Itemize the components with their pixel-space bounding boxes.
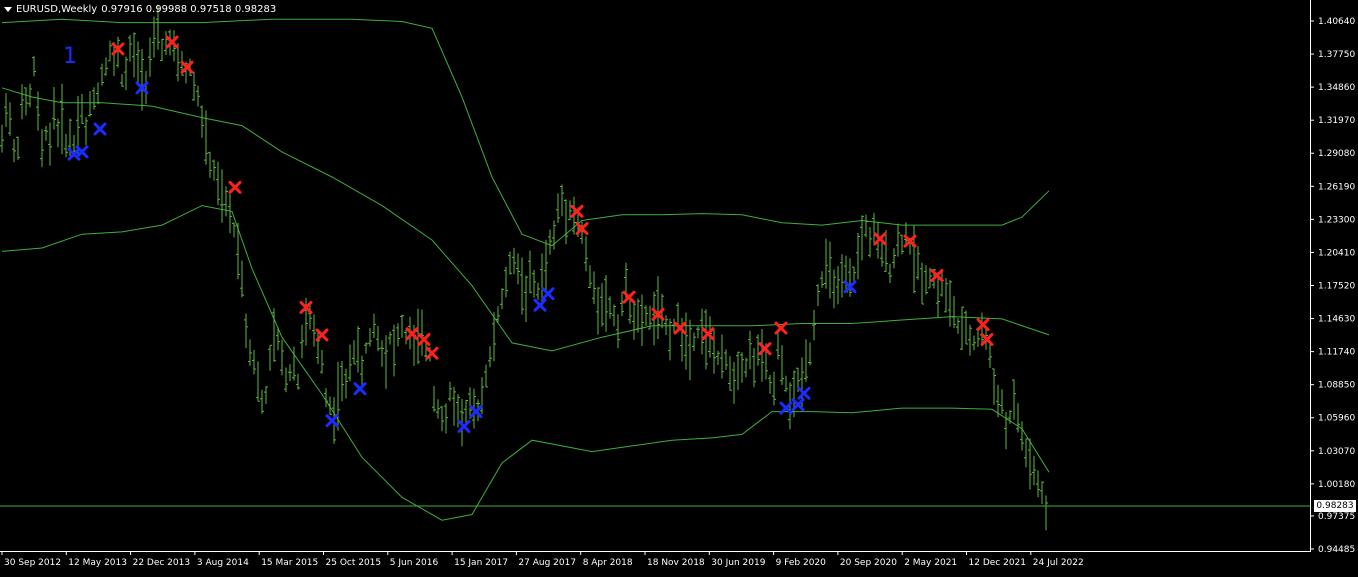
buy-marker-icon <box>541 287 555 301</box>
buy-marker-icon <box>325 414 339 428</box>
y-tick-label: 0.94485 <box>1318 545 1355 555</box>
wave-label: 1 <box>63 44 77 69</box>
x-tick-label: 27 Aug 2017 <box>518 558 576 568</box>
x-tick-label: 5 Jun 2016 <box>390 558 439 568</box>
y-tick-label: 1.23300 <box>1318 215 1355 225</box>
price-bars <box>0 4 1048 531</box>
x-tick-label: 22 Dec 2013 <box>133 558 191 568</box>
y-tick-label: 1.17520 <box>1318 281 1355 291</box>
y-tick-label: 1.37750 <box>1318 50 1355 60</box>
x-tick-label: 30 Sep 2012 <box>4 558 61 568</box>
sell-marker-icon <box>165 35 179 49</box>
y-tick-label: 1.00180 <box>1318 480 1355 490</box>
sell-marker-icon <box>425 346 439 360</box>
y-tick-label: 1.40640 <box>1318 17 1355 27</box>
y-tick-label: 1.20410 <box>1318 248 1355 258</box>
upper-band-line <box>1 18 1050 247</box>
x-tick-label: 18 Nov 2018 <box>647 558 705 568</box>
sell-marker-icon <box>976 318 990 332</box>
axes: 1.40640 1.37750 1.34860 1.31970 1.29080 1.261… <box>0 0 1355 568</box>
x-tick-label: 20 Sep 2020 <box>840 558 897 568</box>
y-tick-label: 1.26190 <box>1318 182 1355 192</box>
buy-marker-icon <box>93 122 107 136</box>
x-tick-label: 15 Jan 2017 <box>454 558 508 568</box>
price-chart[interactable]: 1.40640 1.37750 1.34860 1.31970 1.29080 1.261… <box>0 0 1358 573</box>
buy-marker-icon <box>533 298 547 312</box>
chart-header[interactable]: EURUSD,Weekly 0.97916 0.99988 0.97518 0.… <box>4 4 276 15</box>
y-tick-label: 1.34860 <box>1318 83 1355 93</box>
y-tick-label: 1.11740 <box>1318 348 1355 358</box>
x-tick-label: 3 Aug 2014 <box>197 558 249 568</box>
sell-marker-icon <box>417 332 431 346</box>
buy-marker-icon <box>353 382 367 396</box>
x-tick-label: 15 Mar 2015 <box>261 558 318 568</box>
x-tick-label: 24 Jul 2022 <box>1033 558 1084 568</box>
x-tick-label: 12 Dec 2021 <box>969 558 1027 568</box>
x-tick-label: 25 Oct 2015 <box>326 558 382 568</box>
ohlc-label: 0.97916 0.99988 0.97518 0.98283 <box>101 4 277 15</box>
y-tick-label: 0.97375 <box>1318 512 1355 522</box>
sell-marker-icon <box>228 180 242 194</box>
y-tick-label: 1.05960 <box>1318 414 1355 424</box>
chevron-down-icon[interactable] <box>4 7 12 12</box>
buy-marker-icon <box>469 405 483 419</box>
x-tick-label: 8 Apr 2018 <box>583 558 633 568</box>
current-price-tag: 0.98283 <box>1314 500 1356 512</box>
signal-markers <box>67 35 994 433</box>
x-tick-label: 30 Jun 2019 <box>711 558 765 568</box>
symbol-label: EURUSD,Weekly <box>16 4 98 15</box>
y-tick-label: 1.14630 <box>1318 315 1355 325</box>
lower-band-line <box>1 205 1050 521</box>
sell-marker-icon <box>873 232 887 246</box>
x-tick-label: 2 May 2021 <box>904 558 957 568</box>
y-tick-label: 1.29080 <box>1318 149 1355 159</box>
sell-marker-icon <box>405 327 419 341</box>
x-tick-label: 12 May 2013 <box>68 558 127 568</box>
sell-marker-icon <box>673 321 687 335</box>
y-tick-label: 1.03070 <box>1318 447 1355 457</box>
chart-area[interactable]: 1.40640 1.37750 1.34860 1.31970 1.29080 1.261… <box>0 0 1358 573</box>
buy-marker-icon <box>797 386 811 400</box>
buy-marker-icon <box>457 419 471 433</box>
y-tick-label: 1.08850 <box>1318 381 1355 391</box>
y-tick-label: 1.31970 <box>1318 116 1355 126</box>
x-tick-label: 9 Feb 2020 <box>776 558 827 568</box>
bollinger-bands <box>1 18 1050 521</box>
